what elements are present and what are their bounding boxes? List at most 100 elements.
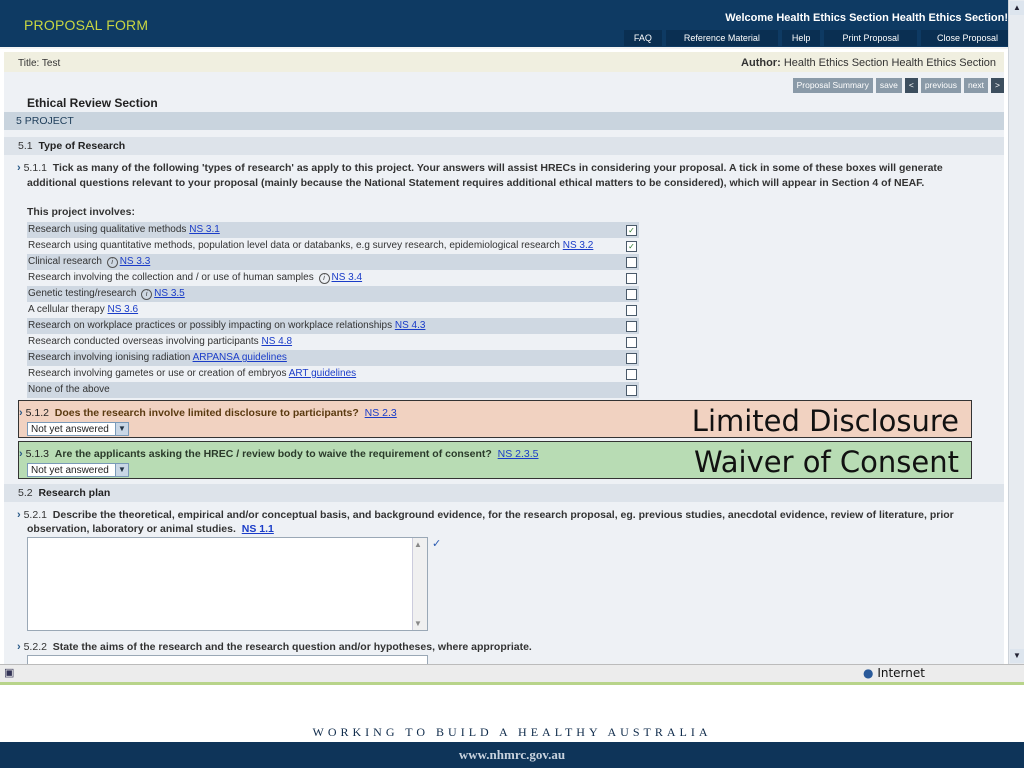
checkbox[interactable]	[626, 369, 637, 380]
research-type-row: Research using quantitative methods, pop…	[27, 238, 639, 254]
footer-motto: WORKING TO BUILD A HEALTHY AUSTRALIA	[312, 725, 712, 739]
info-icon[interactable]: i	[141, 289, 153, 300]
info-icon[interactable]: i	[106, 257, 118, 268]
proposal-summary-button[interactable]: Proposal Summary	[792, 78, 873, 93]
nav-reference-button[interactable]: Reference Material	[665, 30, 778, 46]
next-arrow-icon[interactable]: >	[991, 78, 1004, 93]
ns-link[interactable]: NS 4.8	[261, 336, 292, 347]
select-value: Not yet answered	[31, 465, 109, 476]
limited-disclosure-select[interactable]: Not yet answered ▼	[27, 422, 129, 436]
info-icon[interactable]: i	[318, 273, 330, 284]
brand-title: PROPOSAL FORM	[24, 17, 149, 33]
research-type-row: Genetic testing/research i NS 3.5	[27, 286, 639, 302]
footer-url: www.nhmrc.gov.au	[458, 747, 566, 762]
save-button[interactable]: save	[875, 78, 902, 93]
expand-arrow-icon[interactable]: ›	[17, 509, 21, 521]
checkbox[interactable]	[626, 305, 637, 316]
page-scrollbar[interactable]: ▲ ▼	[1008, 0, 1024, 664]
ns-link[interactable]: NS 2.3.5	[498, 448, 539, 460]
question-number: 5.2.2	[23, 641, 47, 653]
author-label: Author:	[741, 57, 781, 69]
subsection-5-2: 5.2 Research plan	[4, 484, 1004, 502]
research-type-row: Research involving gametes or use or cre…	[27, 366, 639, 382]
scroll-down-icon[interactable]: ▼	[1010, 649, 1024, 663]
chevron-down-icon[interactable]: ▼	[115, 423, 128, 435]
question-5-2-2: › 5.2.2 State the aims of the research a…	[17, 640, 992, 654]
zone-indicator: ● Internet	[863, 666, 925, 680]
proposal-title: Title: Test	[18, 58, 61, 69]
research-type-row: A cellular therapy NS 3.6	[27, 302, 639, 318]
checkbox[interactable]	[626, 353, 637, 364]
previous-arrow-icon[interactable]: <	[904, 78, 918, 93]
research-type-label: Research involving gametes or use or cre…	[28, 368, 287, 379]
expand-arrow-icon[interactable]: ›	[19, 448, 23, 460]
research-type-row: Research on workplace practices or possi…	[27, 318, 639, 334]
question-text: Does the research involve limited disclo…	[54, 407, 359, 419]
expand-arrow-icon[interactable]: ›	[17, 162, 21, 174]
ns-link[interactable]: NS 3.2	[563, 240, 594, 251]
nav-close-button[interactable]: Close Proposal	[920, 30, 1010, 46]
limited-disclosure-callout: › 5.1.2 Does the research involve limite…	[18, 400, 972, 438]
ns-link[interactable]: NS 3.6	[108, 304, 139, 315]
question-5-1-2: › 5.1.2 Does the research involve limite…	[19, 407, 397, 419]
question-number: 5.1.1	[23, 162, 47, 174]
research-type-label: None of the above	[28, 384, 110, 395]
ns-link[interactable]: NS 3.1	[189, 224, 220, 235]
ns-link[interactable]: ARPANSA guidelines	[193, 352, 287, 363]
waiver-of-consent-callout: › 5.1.3 Are the applicants asking the HR…	[18, 441, 972, 479]
checked-checkbox[interactable]: ✓	[626, 241, 637, 252]
globe-icon: ●	[863, 666, 874, 680]
callout-label: Limited Disclosure	[691, 404, 959, 438]
research-type-row: Research involving the collection and / …	[27, 270, 639, 286]
spellcheck-icon[interactable]: ✓	[432, 537, 441, 550]
involves-text: This project involves:	[27, 206, 135, 218]
textarea-scrollbar[interactable]: ▲ ▼	[412, 538, 427, 630]
ns-link[interactable]: NS 3.4	[332, 272, 363, 283]
checkbox[interactable]	[626, 385, 637, 396]
research-basis-textarea[interactable]: ▲ ▼	[27, 537, 428, 631]
ns-link[interactable]: NS 3.3	[120, 256, 151, 267]
ns-link[interactable]: NS 3.5	[154, 288, 185, 299]
waiver-consent-select[interactable]: Not yet answered ▼	[27, 463, 129, 477]
question-5-1-1-cont: additional questions relevant to your pr…	[27, 176, 987, 190]
checkbox[interactable]	[626, 337, 637, 348]
subsection-5-1: 5.1 Type of Research	[4, 137, 1004, 155]
ns-link[interactable]: NS 2.3	[365, 407, 397, 419]
ns-link[interactable]: NS 4.3	[395, 320, 426, 331]
next-button[interactable]: next	[963, 78, 989, 93]
checkbox[interactable]	[626, 273, 637, 284]
nav-print-button[interactable]: Print Proposal	[824, 30, 917, 46]
scroll-up-icon[interactable]: ▲	[1010, 1, 1024, 15]
research-type-label: Genetic testing/research	[28, 288, 137, 299]
chevron-down-icon[interactable]: ▼	[115, 464, 128, 476]
research-type-label: Research on workplace practices or possi…	[28, 320, 393, 331]
previous-button[interactable]: previous	[920, 78, 961, 93]
subsection-number: 5.2	[18, 487, 33, 499]
expand-arrow-icon[interactable]: ›	[19, 407, 23, 419]
question-5-2-1: › 5.2.1 Describe the theoretical, empiri…	[17, 508, 992, 522]
checkbox[interactable]	[626, 257, 637, 268]
nav-help-button[interactable]: Help	[781, 30, 821, 46]
question-number: 5.1.2	[25, 407, 49, 419]
research-type-label: Research conducted overseas involving pa…	[28, 336, 259, 347]
scroll-down-icon[interactable]: ▼	[414, 619, 422, 628]
research-type-row: Research conducted overseas involving pa…	[27, 334, 639, 350]
question-text: State the aims of the research and the r…	[52, 641, 532, 653]
checkbox[interactable]	[626, 289, 637, 300]
ns-link[interactable]: NS 1.1	[242, 523, 274, 535]
research-type-label: Research involving the collection and / …	[28, 272, 314, 283]
subsection-title: Type of Research	[38, 140, 126, 152]
expand-arrow-icon[interactable]: ›	[17, 641, 21, 653]
subsection-number: 5.1	[18, 140, 33, 152]
research-type-label: Clinical research	[28, 256, 102, 267]
scroll-up-icon[interactable]: ▲	[414, 540, 422, 549]
research-type-label: Research using qualitative methods	[28, 224, 187, 235]
nav-faq-button[interactable]: FAQ	[623, 30, 662, 46]
research-type-label: Research involving ionising radiation	[28, 352, 191, 363]
checked-checkbox[interactable]: ✓	[626, 225, 637, 236]
question-5-1-3: › 5.1.3 Are the applicants asking the HR…	[19, 448, 539, 460]
question-text-line2: additional questions relevant to your pr…	[27, 177, 925, 189]
ns-link[interactable]: ART guidelines	[289, 368, 356, 379]
question-text-line1: Tick as many of the following 'types of …	[52, 162, 943, 174]
checkbox[interactable]	[626, 321, 637, 332]
